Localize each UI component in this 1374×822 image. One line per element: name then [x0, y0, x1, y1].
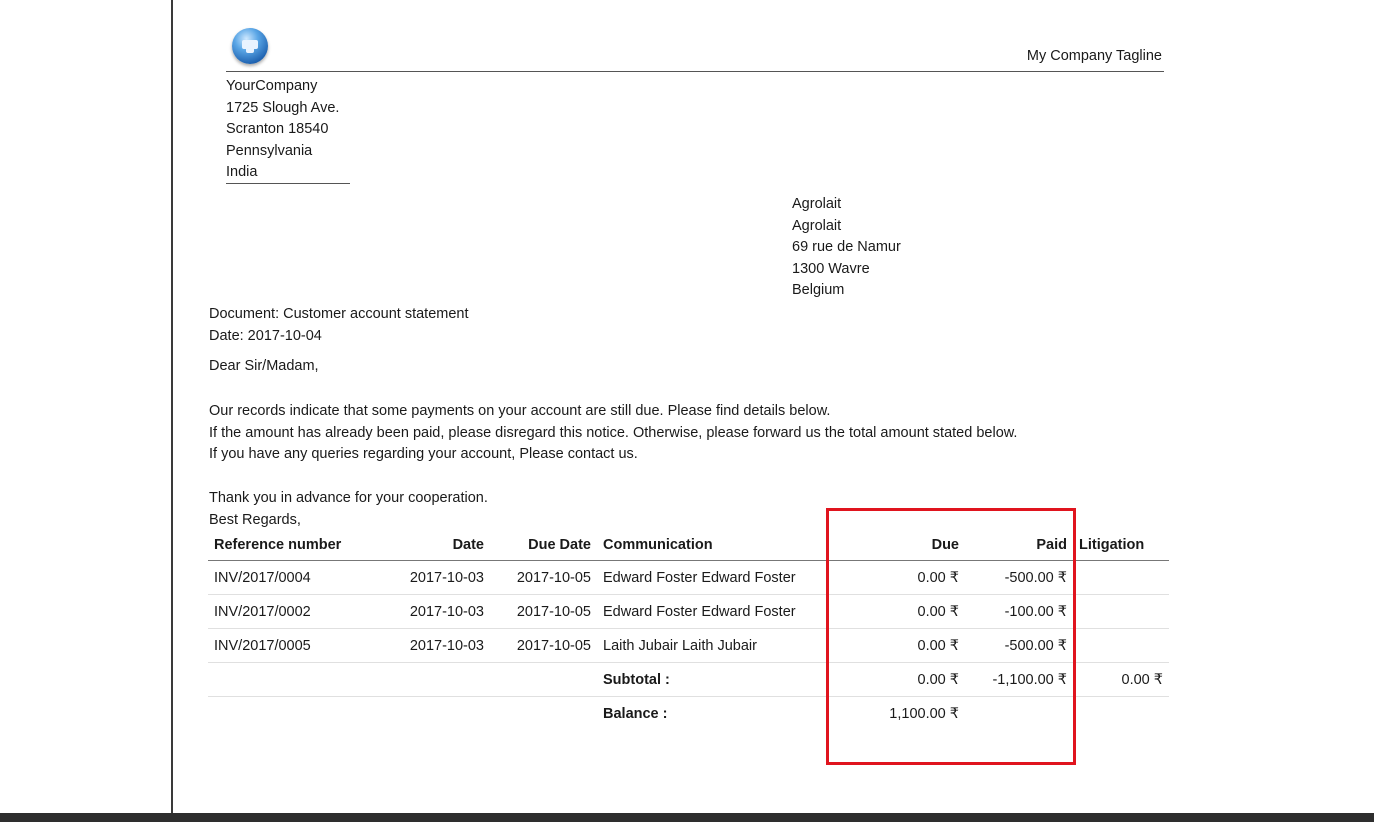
page-bottom-border [0, 813, 1374, 822]
cell-due-date: 2017-10-05 [516, 637, 591, 654]
col-header-communication: Communication [603, 537, 713, 553]
company-tagline: My Company Tagline [1026, 48, 1162, 64]
company-name: YourCompany [226, 78, 318, 94]
cell-date: 2017-10-03 [409, 637, 484, 654]
document-type: Document: Customer account statement [209, 306, 469, 322]
company-logo-icon [232, 28, 268, 64]
partner-contact: Agrolait [792, 217, 842, 234]
letter-closing: Thank you in advance for your cooperatio… [209, 488, 488, 531]
company-state: Pennsylvania [226, 142, 313, 159]
cell-litigation [1073, 595, 1169, 629]
partner-street: 69 rue de Namur [792, 239, 901, 256]
cell-reference: INV/2017/0004 [214, 569, 311, 586]
balance-label: Balance : [603, 705, 668, 722]
company-city: Scranton 18540 [226, 121, 329, 137]
page-left-border [171, 0, 173, 813]
col-header-due-date: Due Date [528, 537, 591, 553]
company-country: India [226, 164, 258, 180]
cell-due-date: 2017-10-05 [516, 569, 591, 586]
document-date: Date: 2017-10-04 [209, 327, 322, 344]
cell-date: 2017-10-03 [409, 603, 484, 620]
col-header-date: Date [452, 537, 484, 553]
cell-reference: INV/2017/0002 [214, 603, 311, 620]
header-divider [226, 71, 1164, 72]
cell-litigation [1073, 561, 1169, 595]
partner-address: Agrolait Agrolait 69 rue de Namur 1300 W… [792, 194, 901, 302]
letter-thanks: Thank you in advance for your cooperatio… [209, 490, 488, 506]
partner-name: Agrolait [792, 196, 842, 212]
partner-city: 1300 Wavre [792, 260, 870, 277]
cell-communication: Laith Jubair Laith Jubair [603, 637, 757, 654]
subtotal-litigation: 0.00 ₹ [1121, 671, 1163, 688]
col-header-reference: Reference number [214, 537, 342, 553]
highlight-annotation-box [826, 508, 1076, 765]
letter-body: Our records indicate that some payments … [209, 401, 1017, 466]
letter-regards: Best Regards, [209, 511, 301, 528]
document-info: Document: Customer account statement Dat… [209, 304, 469, 347]
letter-salutation: Dear Sir/Madam, [209, 358, 319, 374]
cell-communication: Edward Foster Edward Foster [603, 569, 796, 586]
cell-date: 2017-10-03 [409, 569, 484, 586]
letter-body-line: If the amount has already been paid, ple… [209, 424, 1018, 441]
company-address-divider [226, 183, 350, 184]
col-header-litigation: Litigation [1079, 537, 1145, 553]
partner-country: Belgium [792, 282, 845, 299]
cell-communication: Edward Foster Edward Foster [603, 603, 796, 620]
cell-due-date: 2017-10-05 [516, 603, 591, 620]
cell-reference: INV/2017/0005 [214, 637, 311, 654]
company-address: YourCompany 1725 Slough Ave. Scranton 18… [226, 76, 339, 184]
letter-body-line: If you have any queries regarding your a… [209, 446, 638, 463]
letter-body-line: Our records indicate that some payments … [209, 403, 831, 419]
company-street: 1725 Slough Ave. [226, 99, 340, 116]
subtotal-label: Subtotal : [603, 671, 670, 688]
cell-litigation [1073, 629, 1169, 663]
